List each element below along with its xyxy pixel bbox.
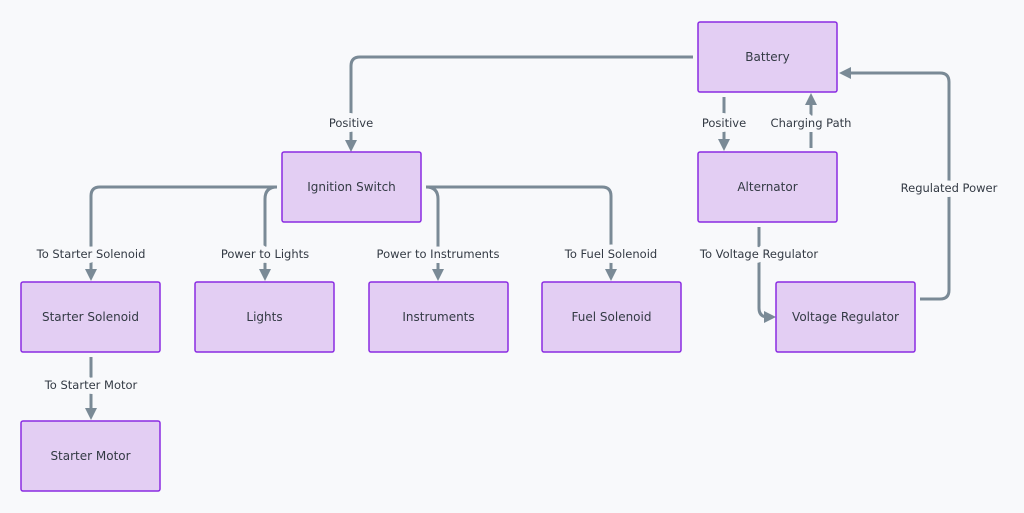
edge-label: To Starter Motor — [44, 378, 138, 392]
node-label: Starter Solenoid — [42, 310, 139, 324]
node-label: Battery — [745, 50, 789, 64]
node-label: Voltage Regulator — [792, 310, 899, 324]
node-ignition-switch[interactable]: Ignition Switch — [281, 151, 422, 223]
edge-label: Power to Instruments — [377, 247, 500, 261]
edge-ignition-starter-solenoid: To Starter Solenoid — [31, 185, 277, 281]
node-fuel-solenoid[interactable]: Fuel Solenoid — [541, 281, 682, 353]
edge-label: Charging Path — [771, 116, 852, 130]
node-instruments[interactable]: Instruments — [368, 281, 509, 353]
node-label: Instruments — [402, 310, 474, 324]
edge-starter-solenoid-motor: To Starter Motor — [39, 357, 143, 420]
flowchart: Positive Positive Charging Path To Start… — [20, 21, 1003, 492]
node-lights[interactable]: Lights — [194, 281, 335, 353]
edge-battery-alternator: Positive — [697, 97, 751, 151]
edge-label: Positive — [329, 116, 373, 130]
edge-label: To Starter Solenoid — [36, 247, 146, 261]
node-label: Fuel Solenoid — [572, 310, 652, 324]
node-starter-solenoid[interactable]: Starter Solenoid — [20, 281, 161, 353]
edge-label: To Voltage Regulator — [699, 247, 818, 261]
node-starter-motor[interactable]: Starter Motor — [20, 420, 161, 492]
node-label: Ignition Switch — [307, 180, 396, 194]
edge-label: Regulated Power — [901, 181, 998, 195]
node-alternator[interactable]: Alternator — [697, 151, 838, 223]
edge-label: Power to Lights — [221, 247, 309, 261]
edge-label: To Fuel Solenoid — [564, 247, 657, 261]
edge-voltage-regulator-battery: Regulated Power — [839, 67, 1003, 301]
edge-label: Positive — [702, 116, 746, 130]
edge-alternator-battery: Charging Path — [766, 93, 856, 148]
edge-battery-ignition: Positive — [324, 55, 693, 152]
node-label: Starter Motor — [50, 449, 130, 463]
node-voltage-regulator[interactable]: Voltage Regulator — [775, 281, 916, 353]
node-label: Lights — [246, 310, 282, 324]
edge-ignition-fuel-solenoid: To Fuel Solenoid — [426, 185, 662, 281]
node-battery[interactable]: Battery — [697, 21, 838, 93]
node-label: Alternator — [737, 180, 797, 194]
